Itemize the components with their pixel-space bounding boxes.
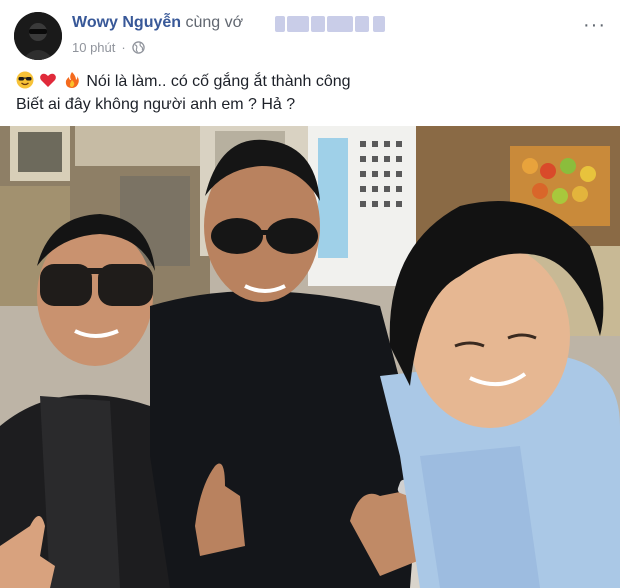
globe-icon[interactable] (131, 41, 145, 54)
author-name[interactable]: Wowy Nguyễn (72, 14, 181, 31)
post-header: Wowy Nguyễn cùng vớ (72, 14, 243, 32)
facebook-post: Wowy Nguyễn cùng vớ 10 phút · ··· Nói là… (0, 0, 620, 588)
caption-text-2: Biết ai đây không người anh em ? Hả ? (16, 96, 296, 113)
post-time[interactable]: 10 phút (72, 40, 115, 55)
blurred-tagged-name (275, 14, 390, 34)
smiling-face-with-sunglasses-icon (16, 71, 34, 89)
with-label: cùng vớ (185, 14, 244, 31)
caption-line-1: Nói là làm.. có cố gắng ắt thành công (16, 70, 351, 93)
meta-separator: · (121, 40, 126, 55)
post-photo[interactable] (0, 126, 620, 588)
more-options-button[interactable]: ··· (583, 14, 606, 37)
author-avatar[interactable] (14, 12, 62, 60)
red-heart-icon (40, 73, 57, 87)
caption-text-1: Nói là làm.. có cố gắng ắt thành công (86, 73, 351, 90)
post-caption: Nói là làm.. có cố gắng ắt thành công Bi… (16, 70, 351, 116)
fire-icon (65, 72, 79, 88)
post-meta: 10 phút · (72, 40, 145, 55)
